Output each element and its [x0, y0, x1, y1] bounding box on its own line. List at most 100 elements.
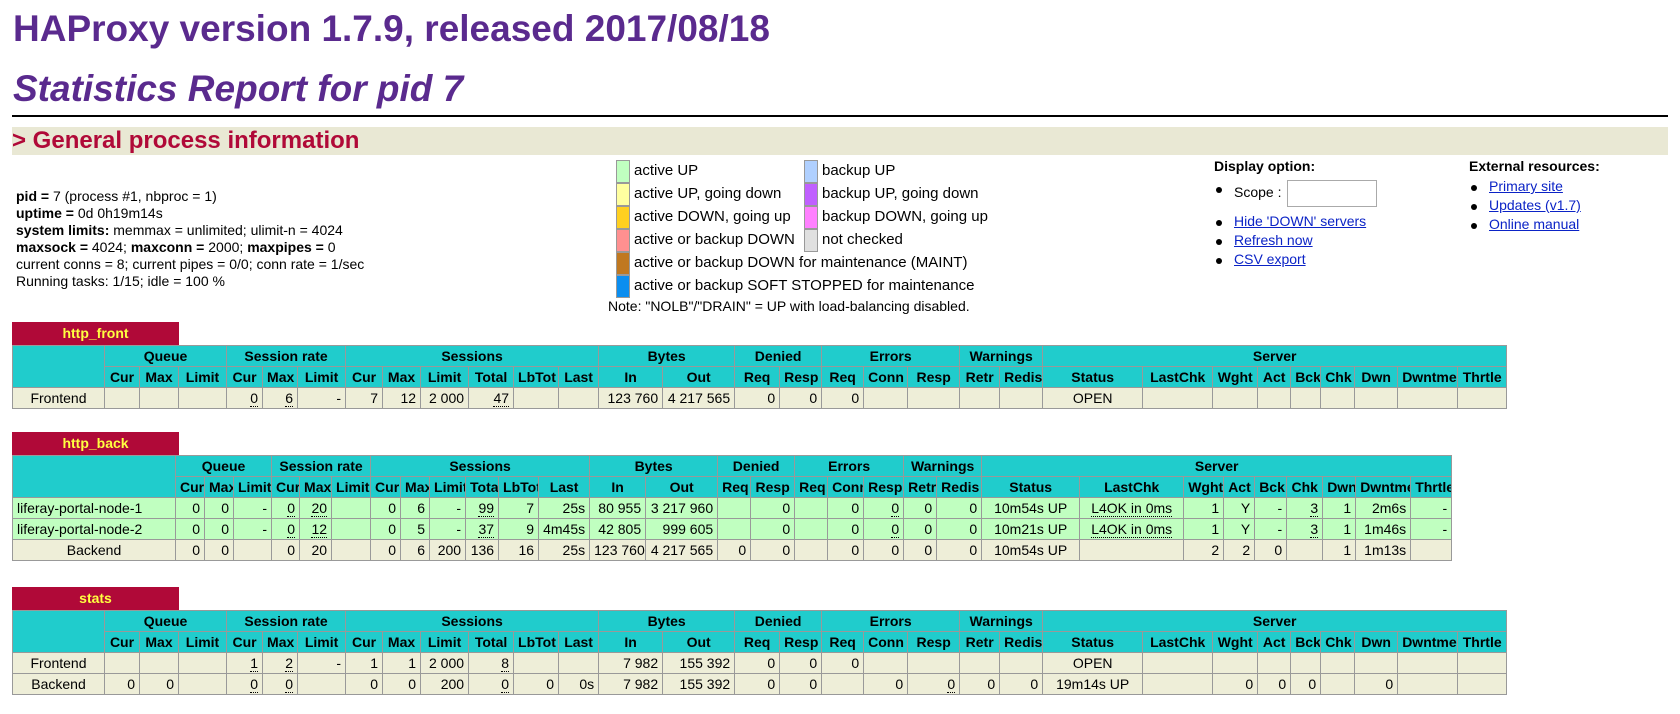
table-cell: - — [1254, 497, 1288, 519]
cell-value: 0 — [287, 521, 296, 538]
table-cell — [1457, 673, 1508, 695]
table-cell — [513, 387, 560, 409]
table-cell — [907, 652, 961, 674]
group-header: Server — [1042, 345, 1508, 367]
cell-value: 0 — [1278, 676, 1287, 692]
legend-swatch — [804, 229, 818, 252]
legend-label: active or backup DOWN — [634, 231, 795, 248]
table-cell: 0 — [139, 673, 179, 695]
cell-value: 25s — [562, 500, 586, 516]
column-header: Limit — [420, 366, 470, 388]
cell-value: 0 — [851, 500, 860, 516]
table-cell: L4OK in 0ms — [1079, 518, 1185, 540]
table-cell: 155 392 — [662, 652, 736, 674]
legend-label: active UP — [634, 162, 699, 179]
table-cell — [1257, 652, 1292, 674]
uptime-label: uptime = — [16, 205, 78, 221]
column-header: Retr — [959, 366, 1001, 388]
scope-input[interactable] — [1287, 180, 1378, 207]
table-cell: 10m54s UP — [981, 497, 1081, 519]
table-cell: 0 — [936, 539, 983, 561]
table-cell — [959, 387, 1001, 409]
table-cell — [139, 652, 179, 674]
table-cell: 0 — [175, 497, 205, 519]
column-header: Act — [1257, 366, 1292, 388]
table-cell: 3 — [1286, 497, 1324, 519]
table-cell: 0 — [370, 497, 402, 519]
cell-value: L4OK in 0ms — [1091, 500, 1173, 517]
table-cell: 19m14s UP — [1042, 673, 1144, 695]
column-header: Limit — [177, 631, 228, 653]
column-header: Max — [139, 366, 179, 388]
column-header: Status — [1042, 631, 1144, 653]
table-cell: 0 — [863, 518, 905, 540]
legend-swatch — [804, 206, 818, 229]
table-cell: 12 — [299, 518, 333, 540]
cell-value: 0 — [1385, 676, 1394, 692]
group-header: Session rate — [226, 345, 347, 367]
uptime-value: 0d 0h19m14s — [77, 205, 163, 221]
proxy-name-stats[interactable]: stats — [12, 587, 179, 610]
row-name: Backend — [12, 673, 105, 695]
proxy-name-http_back[interactable]: http_back — [12, 432, 179, 455]
cell-value: 7 — [370, 390, 379, 406]
csv-export-link[interactable]: CSV export — [1234, 251, 1306, 267]
column-header: Limit — [429, 476, 467, 498]
cell-value: 12 — [311, 521, 328, 538]
column-header: Act — [1223, 476, 1256, 498]
manual-link[interactable]: Online manual — [1489, 216, 1579, 232]
cell-value: 2 — [1211, 542, 1220, 558]
refresh-link[interactable]: Refresh now — [1234, 232, 1313, 248]
general-info-header: > General process information — [12, 127, 1668, 155]
table-cell: 25s — [538, 539, 591, 561]
cell-value: 0 — [1245, 676, 1254, 692]
hide-down-link[interactable]: Hide 'DOWN' servers — [1234, 213, 1366, 229]
group-header: Bytes — [589, 455, 719, 477]
cell-value: 42 805 — [598, 521, 642, 537]
table-cell — [1397, 652, 1459, 674]
cell-value: 20 — [311, 542, 328, 558]
table-cell: 0 — [1212, 673, 1259, 695]
column-header: LastChk — [1079, 476, 1185, 498]
table-cell: 0 — [271, 539, 301, 561]
maxsock-label: maxsock = — [16, 239, 92, 255]
table-cell: 0 — [734, 387, 781, 409]
table-cell: 0 — [204, 539, 234, 561]
table-cell: 0 — [734, 652, 781, 674]
table-cell — [104, 652, 140, 674]
cell-value: L4OK in 0ms — [1091, 521, 1173, 538]
row-name: liferay-portal-node-2 — [12, 518, 176, 540]
table-cell: 0 — [821, 652, 865, 674]
cell-value: 7 — [526, 500, 535, 516]
table-cell — [1142, 387, 1214, 409]
table-cell: 0 — [827, 497, 865, 519]
column-header: Chk — [1286, 476, 1324, 498]
table-cell: 1 — [226, 652, 264, 674]
updates-link[interactable]: Updates (v1.7) — [1489, 197, 1581, 213]
cell-value: 0 — [388, 542, 397, 558]
header-rule — [12, 115, 1668, 117]
table-cell — [863, 387, 909, 409]
table-row: Backend 0 0 0 20 0 6 200 136 16 25s 123 760 4 217 56… — [12, 539, 1453, 561]
column-header: Status — [981, 476, 1081, 498]
table-cell: 2 000 — [420, 387, 470, 409]
table-cell: 0 — [821, 387, 865, 409]
column-header: Dwntme — [1397, 631, 1459, 653]
table-cell — [558, 652, 600, 674]
section-title: > General process information — [12, 127, 360, 154]
group-header: Sessions — [370, 455, 591, 477]
table-cell: 0 — [907, 673, 961, 695]
column-header: Cur — [370, 476, 402, 498]
table-cell: 2 — [1223, 539, 1256, 561]
legend-swatch — [616, 275, 630, 298]
column-header: Conn — [863, 631, 909, 653]
table-cell: 16 — [498, 539, 540, 561]
primary-site-link[interactable]: Primary site — [1489, 178, 1563, 194]
process-info: pid = 7 (process #1, nbproc = 1) uptime … — [16, 188, 364, 290]
cell-value: 20 — [311, 500, 328, 517]
table-cell — [1286, 539, 1324, 561]
proxy-name-http_front[interactable]: http_front — [12, 322, 179, 345]
column-header: Retr — [959, 631, 1001, 653]
table-cell: 0 — [903, 497, 938, 519]
cell-value: 0 — [166, 676, 174, 692]
